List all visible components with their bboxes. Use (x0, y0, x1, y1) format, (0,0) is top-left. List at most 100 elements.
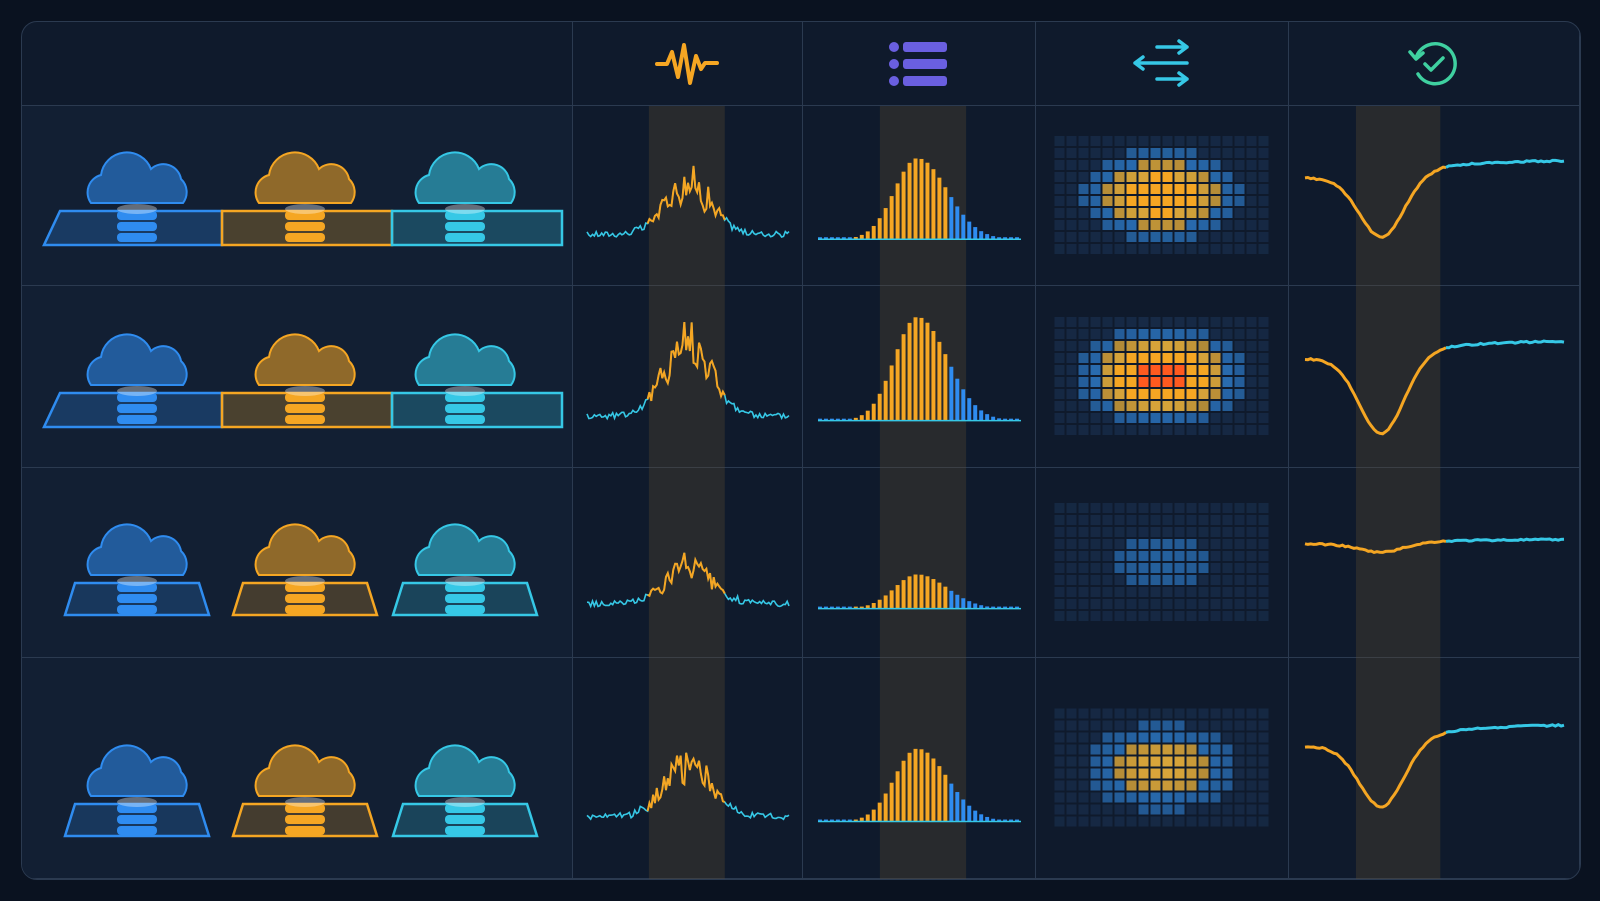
heatmap-cell (1234, 184, 1245, 194)
heatmap-cell (1234, 196, 1245, 206)
heatmap-cell (1138, 244, 1149, 254)
heatmap-cell (1162, 503, 1173, 513)
heatmap-cell (1210, 244, 1221, 254)
heatmap-cell (1066, 160, 1077, 170)
heatmap-cell (1258, 196, 1269, 206)
heatmap-cell (1138, 720, 1149, 731)
heatmap-cell (1246, 575, 1257, 585)
heatmap-cell (1054, 756, 1065, 767)
heatmap-cell (1078, 780, 1089, 791)
heatmap-cell (1066, 172, 1077, 182)
heatmap-cell (1234, 389, 1245, 399)
heatmap-cell (1138, 413, 1149, 423)
heatmap-cell (1078, 341, 1089, 351)
heatmap-cell (1078, 208, 1089, 218)
heatmap-cell (1066, 732, 1077, 743)
heatmap-cell (1078, 172, 1089, 182)
heatmap-cell-graphic (1054, 708, 1269, 827)
heatmap-cell (1198, 413, 1209, 423)
heatmap-cell (1066, 527, 1077, 537)
heatmap-cell (1102, 389, 1113, 399)
heatmap-cell (1102, 575, 1113, 585)
heatmap-cell (1210, 377, 1221, 387)
heatmap-cell (1054, 792, 1065, 803)
heatmap-cell (1150, 172, 1161, 182)
heatmap-cell (1150, 244, 1161, 254)
histogram-bar (907, 752, 912, 822)
histogram-bar (931, 169, 936, 240)
heatmap-cell (1126, 539, 1137, 549)
heatmap-cell (1150, 804, 1161, 815)
heatmap-cell (1138, 329, 1149, 339)
heatmap-cell (1114, 329, 1125, 339)
heatmap-cell (1246, 804, 1257, 815)
heatmap-cell (1162, 341, 1173, 351)
heatmap-cell (1198, 515, 1209, 525)
heatmap-cell (1066, 708, 1077, 719)
heatmap-cell (1078, 425, 1089, 435)
heatmap-cell (1210, 551, 1221, 561)
heatmap-cell (1138, 377, 1149, 387)
heatmap-cell (1126, 389, 1137, 399)
histogram-bar (955, 378, 960, 421)
heatmap-cell (1102, 503, 1113, 513)
heatmap-cell (1222, 329, 1233, 339)
heatmap-cell (1162, 744, 1173, 755)
heatmap-cell (1234, 575, 1245, 585)
heatmap-cell (1150, 575, 1161, 585)
heatmap-cell (1186, 551, 1197, 561)
heatmap-cell (1186, 503, 1197, 513)
heatmap-cell (1174, 401, 1185, 411)
heatmap-cell (1174, 804, 1185, 815)
histogram-bar (961, 598, 966, 609)
heatmap-cell (1246, 539, 1257, 549)
heatmap-cell (1246, 732, 1257, 743)
heatmap-cell (1162, 136, 1173, 146)
heatmap-cell (1234, 708, 1245, 719)
heatmap-cell (1138, 756, 1149, 767)
heatmap-cell (1102, 220, 1113, 230)
heatmap-cell (1114, 527, 1125, 537)
heatmap-cell (1054, 232, 1065, 242)
heatmap-cell (1114, 708, 1125, 719)
heatmap-cell (1258, 377, 1269, 387)
heatmap-cell (1078, 184, 1089, 194)
header-cell-distribution (803, 22, 1036, 106)
histogram-bar (967, 221, 972, 240)
heatmap-cell (1114, 515, 1125, 525)
heatmap-cell (1174, 184, 1185, 194)
histogram-bar (949, 590, 954, 609)
histogram-bar (907, 576, 912, 609)
heatmap-cell (1258, 768, 1269, 779)
heatmap-cell (1210, 365, 1221, 375)
comparison-row (22, 106, 1580, 286)
heatmap-cell (1258, 708, 1269, 719)
heatmap-cell (1102, 232, 1113, 242)
histogram-bar (913, 574, 918, 609)
curve-cell (1289, 286, 1580, 468)
heatmap-cell (1054, 732, 1065, 743)
heatmap-cell (1066, 184, 1077, 194)
heatmap-cell (1102, 780, 1113, 791)
heatmap-cell (1246, 563, 1257, 573)
heatmap-cell (1102, 756, 1113, 767)
heatmap-cell (1150, 816, 1161, 827)
histogram-cell (803, 106, 1036, 286)
heatmap-cell (1138, 172, 1149, 182)
heatmap-cell (1138, 575, 1149, 585)
histogram-bar (889, 782, 894, 822)
heatmap-cell (1078, 244, 1089, 254)
histogram-bar (967, 398, 972, 421)
heatmap-cell (1258, 756, 1269, 767)
heatmap-cell (1066, 425, 1077, 435)
heatmap-cell (1066, 503, 1077, 513)
heatmap-cell (1090, 413, 1101, 423)
heatmap-cell (1174, 244, 1185, 254)
heatmap-cell (1102, 720, 1113, 731)
heatmap-cell (1114, 172, 1125, 182)
heatmap-cell (1246, 780, 1257, 791)
heatmap-cell (1258, 172, 1269, 182)
heatmap-cell (1258, 804, 1269, 815)
heatmap-cell (1198, 329, 1209, 339)
histogram-bar (979, 814, 984, 822)
